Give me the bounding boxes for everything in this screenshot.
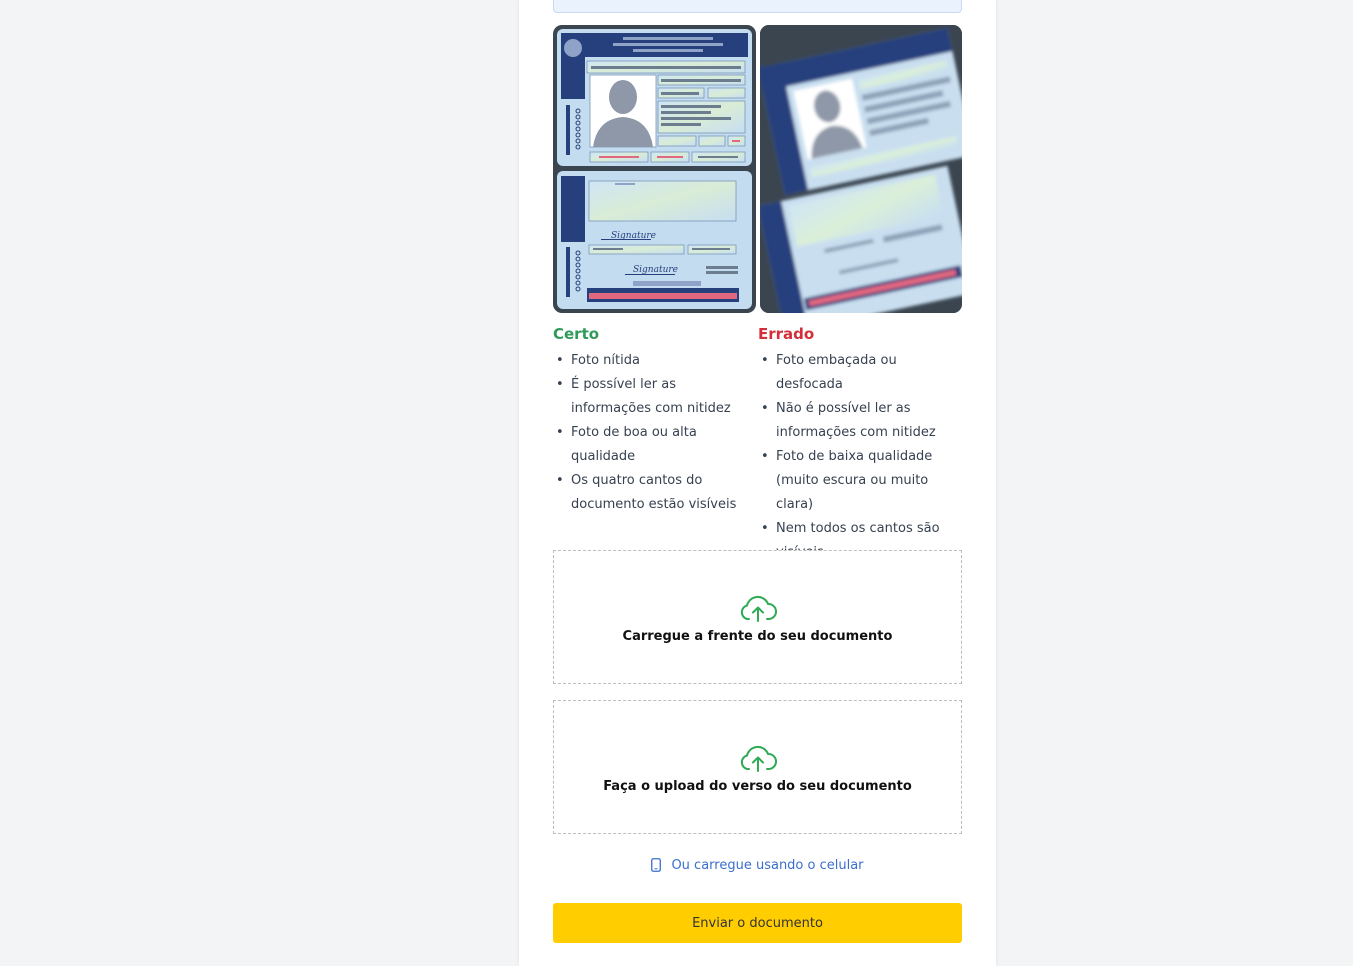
upload-with-phone-link[interactable]: Ou carregue usando o celular [553, 855, 962, 875]
signature-text-2: Signature [633, 265, 678, 275]
upload-back-dropzone[interactable]: Faça o upload do verso do seu documento [553, 700, 962, 834]
bad-example-image [760, 25, 962, 313]
good-criteria-item: Foto nítida [553, 349, 753, 373]
bad-column-title: Errado [758, 325, 815, 343]
good-criteria-list: Foto nítida É possível ler as informaçõe… [553, 349, 753, 517]
good-criteria-item: Os quatro cantos do documento estão visí… [553, 469, 753, 517]
bad-criteria-item: Não é possível ler as informações com ni… [758, 397, 962, 445]
upload-with-phone-label: Ou carregue usando o celular [671, 857, 864, 873]
info-box [553, 0, 962, 13]
good-criteria-item: Foto de boa ou alta qualidade [553, 421, 753, 469]
good-column-title: Certo [553, 325, 600, 343]
good-example-image: Signature Signature [553, 25, 756, 313]
cloud-upload-icon [740, 595, 777, 622]
upload-front-label: Carregue a frente do seu documento [622, 628, 893, 644]
bad-criteria-list: Foto embaçada ou desfocada Não é possíve… [758, 349, 962, 565]
good-criteria-item: É possível ler as informações com nitide… [553, 373, 753, 421]
submit-document-button[interactable]: Enviar o documento [553, 903, 962, 943]
bad-criteria-item: Foto embaçada ou desfocada [758, 349, 962, 397]
upload-front-dropzone[interactable]: Carregue a frente do seu documento [553, 550, 962, 684]
bad-criteria-item: Foto de baixa qualidade (muito escura ou… [758, 445, 962, 517]
cloud-upload-icon [740, 745, 777, 772]
upload-back-label: Faça o upload do verso do seu documento [603, 778, 912, 794]
phone-icon [651, 858, 662, 872]
